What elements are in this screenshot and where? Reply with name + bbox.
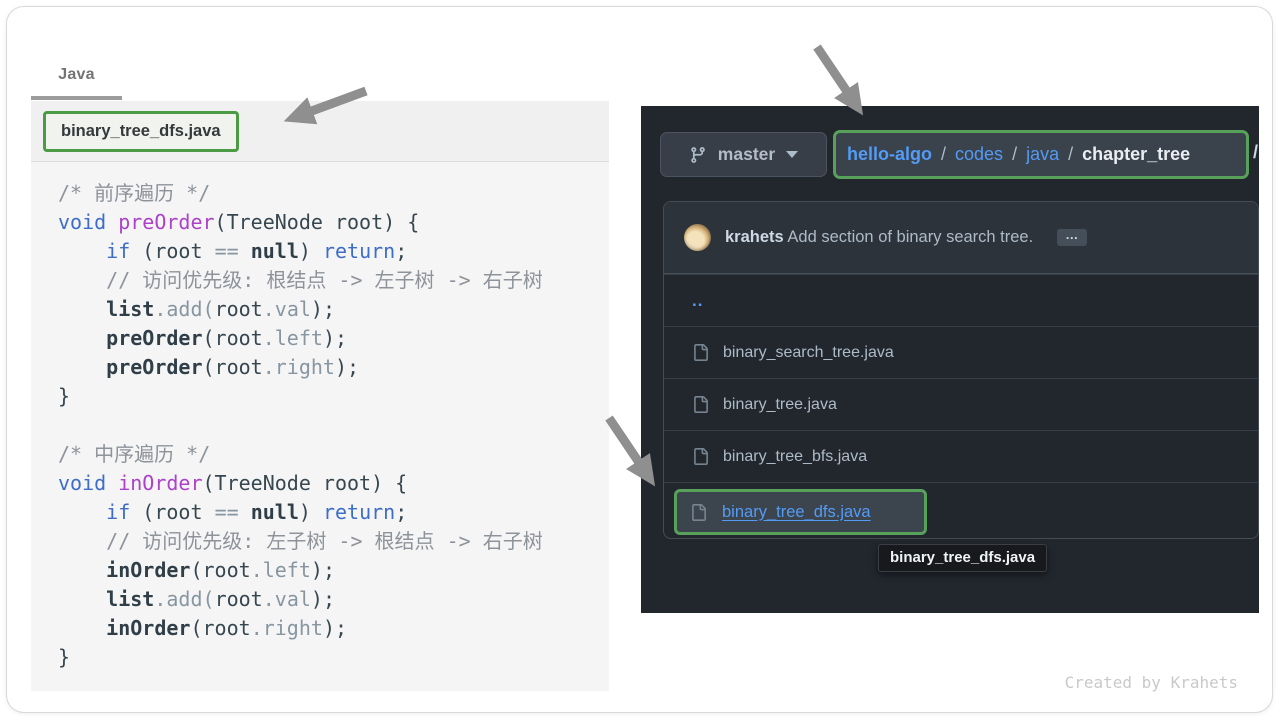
code-line: inOrder(root.left); [58,556,609,585]
commit-text: krahets Add section of binary search tre… [725,228,1033,247]
latest-commit-row: krahets Add section of binary search tre… [664,202,1258,274]
breadcrumb-java-link[interactable]: java [1026,144,1059,165]
file-name-link: binary_tree_bfs.java [723,448,867,466]
file-name-link[interactable]: binary_tree_dfs.java [722,503,871,522]
table-row[interactable]: binary_tree.java [664,378,1258,430]
annotation-highlight-box: binary_tree_dfs.java [674,489,927,535]
code-line: // 访问优先级: 左子树 -> 根结点 -> 右子树 [58,527,609,556]
breadcrumb-repo-link[interactable]: hello-algo [847,144,932,165]
code-block: /* 前序遍历 */void preOrder(TreeNode root) {… [31,162,609,691]
table-row[interactable]: binary_tree_bfs.java [664,430,1258,482]
avatar [684,224,711,251]
code-line: inOrder(root.right); [58,614,609,643]
code-line: preOrder(root.right); [58,353,609,382]
code-line: if (root == null) return; [58,237,609,266]
breadcrumb-separator: / [1068,144,1073,165]
file-icon [692,344,709,361]
link-tooltip: binary_tree_dfs.java [878,544,1047,572]
breadcrumb-trailing-separator: / [1253,142,1258,163]
file-name-link: binary_tree.java [723,396,837,414]
breadcrumb: hello-algo / codes / java / chapter_tree [833,130,1249,179]
file-icon [690,504,707,521]
code-line: void inOrder(TreeNode root) { [58,469,609,498]
code-block-header: binary_tree_dfs.java [31,101,609,162]
credit-text: Created by Krahets [1065,673,1238,692]
parent-directory-row[interactable]: .. [664,274,1258,326]
chevron-down-icon [786,151,798,158]
github-panel: master hello-algo / codes / java / chapt… [641,106,1259,613]
git-branch-icon [689,146,707,164]
code-filename-chip: binary_tree_dfs.java [43,111,239,152]
code-line: list.add(root.val); [58,585,609,614]
branch-selector-button[interactable]: master [660,132,827,177]
branch-name-label: master [718,144,775,165]
tab-java[interactable]: Java [31,50,122,100]
code-line: /* 前序遍历 */ [58,179,609,208]
tab-active-underline [31,96,122,100]
code-line [58,411,609,440]
code-line: } [58,382,609,411]
code-line: /* 中序遍历 */ [58,440,609,469]
breadcrumb-separator: / [1012,144,1017,165]
file-icon [692,396,709,413]
breadcrumb-codes-link[interactable]: codes [955,144,1003,165]
parent-directory-link: .. [692,291,703,311]
breadcrumb-separator: / [941,144,946,165]
table-row-highlighted[interactable]: binary_tree_dfs.java [664,482,1258,539]
code-line: // 访问优先级: 根结点 -> 左子树 -> 右子树 [58,266,609,295]
commit-author-link[interactable]: krahets [725,228,784,246]
page-card: Java binary_tree_dfs.java /* 前序遍历 */void… [6,6,1273,713]
file-list-box: krahets Add section of binary search tre… [663,201,1259,539]
code-line: if (root == null) return; [58,498,609,527]
code-line: list.add(root.val); [58,295,609,324]
tab-java-label: Java [58,66,94,84]
file-icon [692,448,709,465]
code-filename-label: binary_tree_dfs.java [61,122,221,141]
code-line: } [58,643,609,672]
breadcrumb-current-folder: chapter_tree [1082,144,1190,165]
code-line: preOrder(root.left); [58,324,609,353]
table-row[interactable]: binary_search_tree.java [664,326,1258,378]
code-line: void preOrder(TreeNode root) { [58,208,609,237]
file-name-link: binary_search_tree.java [723,344,894,362]
commit-message-link[interactable]: Add section of binary search tree. [787,228,1033,246]
commit-more-button[interactable]: … [1057,229,1087,246]
